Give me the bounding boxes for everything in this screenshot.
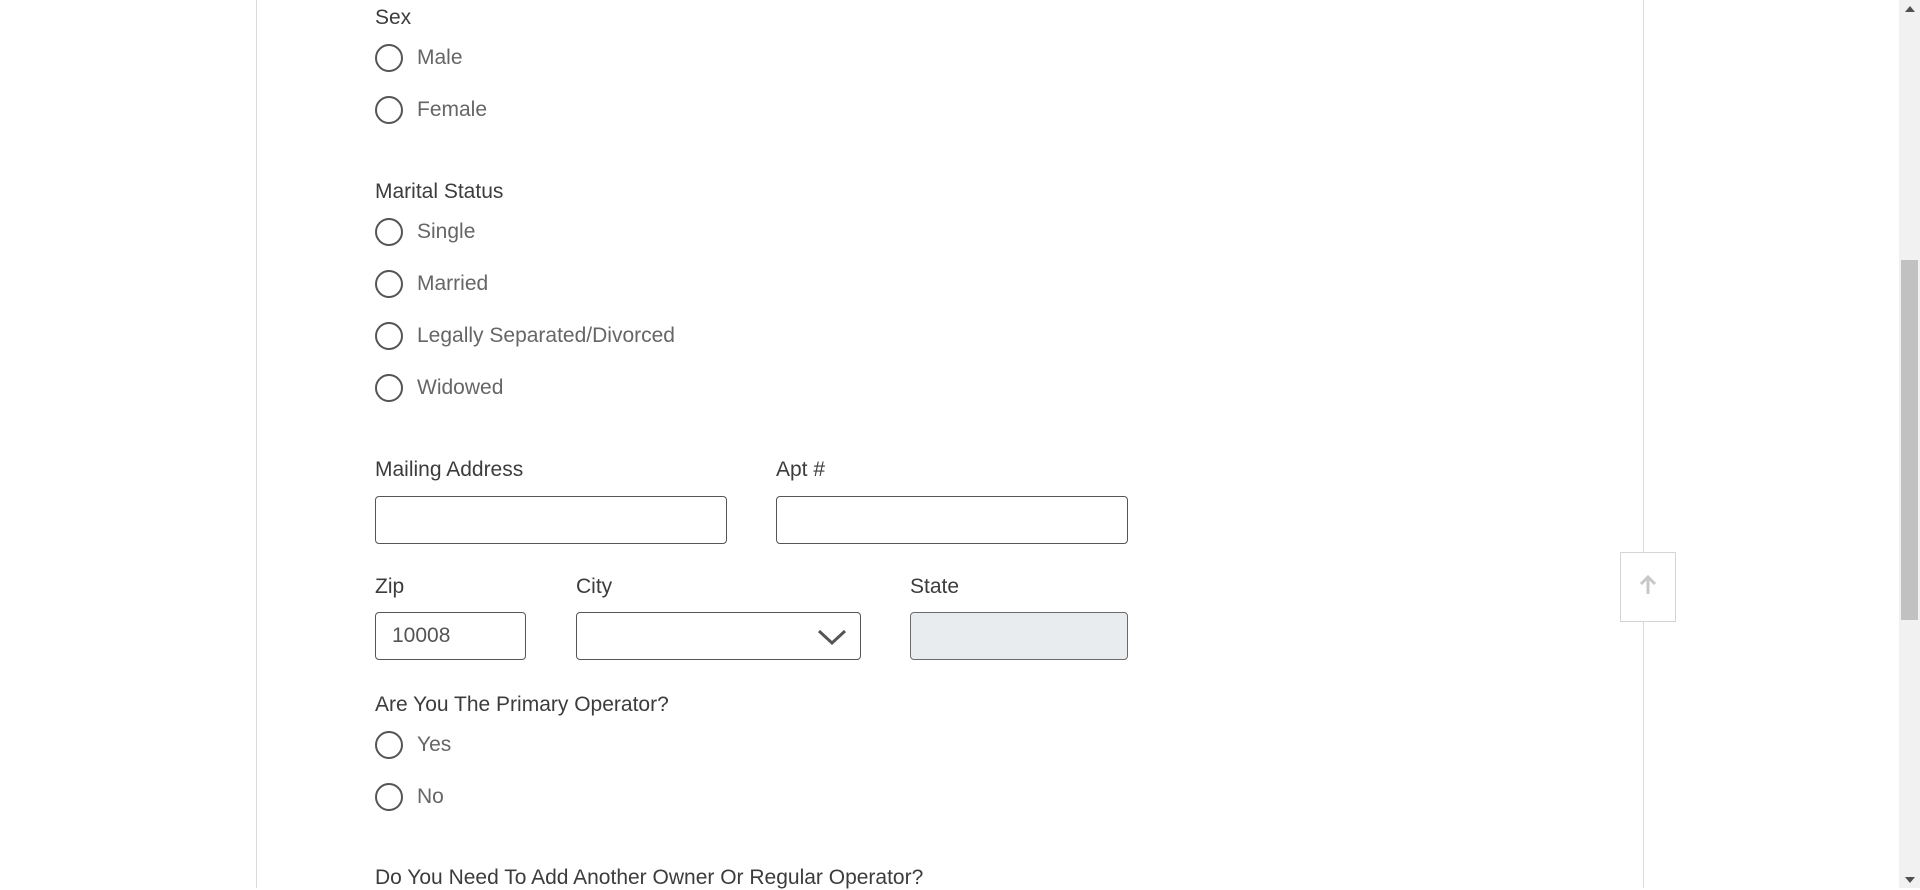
city-select[interactable] <box>576 612 861 660</box>
apt-input[interactable] <box>776 496 1128 544</box>
radio-widowed[interactable]: Widowed <box>375 374 503 402</box>
marital-status-label: Marital Status <box>375 180 504 203</box>
another-owner-label: Do You Need To Add Another Owner Or Regu… <box>375 866 924 889</box>
page-scrollbar[interactable] <box>1899 0 1920 888</box>
zip-input[interactable] <box>375 612 526 660</box>
radio-label: Legally Separated/Divorced <box>417 324 675 347</box>
radio-female[interactable]: Female <box>375 96 487 124</box>
radio-male[interactable]: Male <box>375 44 463 72</box>
zip-label: Zip <box>375 575 405 598</box>
radio-label: Female <box>417 98 488 121</box>
sex-label: Sex <box>375 6 412 29</box>
radio-circle[interactable] <box>375 374 403 402</box>
radio-separated-divorced[interactable]: Legally Separated/Divorced <box>375 322 675 350</box>
scroll-to-top-button[interactable] <box>1620 552 1676 622</box>
mailing-address-input[interactable] <box>375 496 727 544</box>
radio-circle[interactable] <box>375 322 403 350</box>
radio-married[interactable]: Married <box>375 270 488 298</box>
radio-circle[interactable] <box>375 731 403 759</box>
radio-single[interactable]: Single <box>375 218 475 246</box>
radio-label: Single <box>417 220 476 243</box>
radio-label: Married <box>417 272 489 295</box>
radio-label: No <box>417 785 444 808</box>
radio-label: Yes <box>417 733 452 756</box>
radio-circle[interactable] <box>375 783 403 811</box>
state-input <box>910 612 1128 660</box>
radio-no[interactable]: No <box>375 783 444 811</box>
scroll-down-arrow-icon[interactable] <box>1899 871 1920 888</box>
scrollbar-thumb[interactable] <box>1901 260 1918 620</box>
scroll-up-arrow-icon[interactable] <box>1899 0 1920 17</box>
radio-circle[interactable] <box>375 44 403 72</box>
primary-operator-label: Are You The Primary Operator? <box>375 693 669 716</box>
radio-label: Male <box>417 46 463 69</box>
state-label: State <box>910 575 960 598</box>
radio-circle[interactable] <box>375 96 403 124</box>
radio-yes[interactable]: Yes <box>375 731 451 759</box>
mailing-address-label: Mailing Address <box>375 458 524 481</box>
apt-label: Apt # <box>776 458 826 481</box>
radio-circle[interactable] <box>375 270 403 298</box>
radio-circle[interactable] <box>375 218 403 246</box>
form-panel <box>256 0 1644 888</box>
radio-label: Widowed <box>417 376 504 399</box>
arrow-up-icon <box>1638 574 1658 601</box>
chevron-down-icon <box>816 627 848 652</box>
city-label: City <box>576 575 613 598</box>
